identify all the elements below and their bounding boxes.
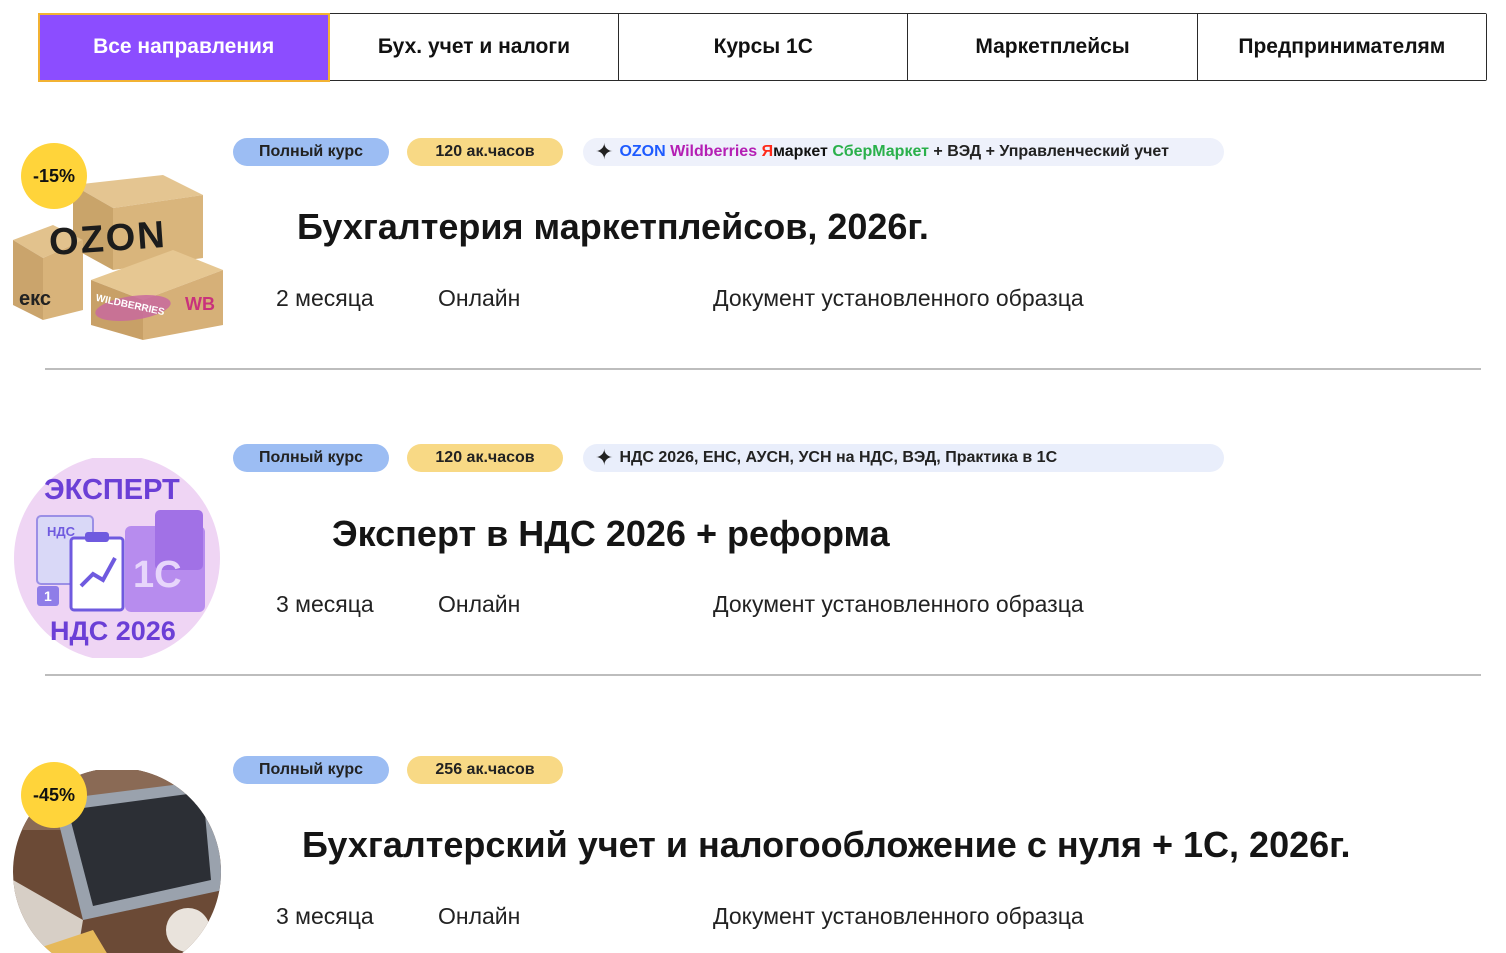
course-type-badge: Полный курс xyxy=(233,756,389,784)
tag-yamarket-letter: Я xyxy=(761,143,774,160)
sparkle-icon: ✦ xyxy=(595,445,614,470)
yandex-box-label: екс xyxy=(19,288,51,310)
course-hours-badge: 256 ак.часов xyxy=(407,756,563,784)
course-hours-badge: 120 ак.часов xyxy=(407,138,563,166)
tag-yamarket: маркет xyxy=(773,143,828,160)
tag-rest: + ВЭД + Управленческий учет xyxy=(933,143,1169,160)
course-duration: 2 месяца xyxy=(276,285,374,311)
discount-badge: -45% xyxy=(19,760,89,830)
course-tags-badge: ✦ OZON Wildberries Ямаркет СберМаркет + … xyxy=(583,138,1224,166)
tab-1c-courses[interactable]: Курсы 1С xyxy=(619,14,909,80)
wb-short-label: WB xyxy=(185,294,215,314)
course-format: Онлайн xyxy=(438,285,521,311)
course-title[interactable]: Бухгалтерский учет и налогообложение с н… xyxy=(302,824,1351,866)
course-title[interactable]: Эксперт в НДС 2026 + реформа xyxy=(332,513,890,555)
doc-number-label: 1 xyxy=(44,588,52,604)
divider xyxy=(45,368,1481,370)
course-title[interactable]: Бухгалтерия маркетплейсов, 2026г. xyxy=(297,206,929,248)
tag-ozon: OZON xyxy=(619,143,666,160)
course-certificate: Документ установленного образца xyxy=(713,285,1084,311)
discount-value: -45% xyxy=(32,784,76,805)
divider xyxy=(45,674,1481,676)
course-duration: 3 месяца xyxy=(276,903,374,929)
course-thumbnail: ЭКСПЕРТ НДС 1 1C НДС 2026 xyxy=(13,455,223,661)
discount-value: -15% xyxy=(32,165,76,186)
course-format: Онлайн xyxy=(438,903,521,929)
course-type-badge: Полный курс xyxy=(233,444,389,472)
tab-all-directions[interactable]: Все направления xyxy=(37,12,330,82)
tab-marketplaces[interactable]: Маркетплейсы xyxy=(908,14,1198,80)
expert-label: ЭКСПЕРТ xyxy=(44,474,180,506)
tab-accounting-taxes[interactable]: Бух. учет и налоги xyxy=(329,14,620,80)
course-certificate: Документ установленного образца xyxy=(713,903,1084,929)
tag-wildberries: Wildberries xyxy=(670,143,758,160)
course-duration: 3 месяца xyxy=(276,591,374,617)
tab-entrepreneurs[interactable]: Предпринимателям xyxy=(1197,14,1486,80)
course-format: Онлайн xyxy=(438,591,521,617)
tag-sbermarket: СберМаркет xyxy=(832,143,929,160)
course-hours-badge: 120 ак.часов xyxy=(407,444,563,472)
onec-logo-label: 1C xyxy=(133,554,182,596)
vat-2026-label: НДС 2026 xyxy=(50,616,176,646)
course-tags-badge: ✦ НДС 2026, ЕНС, АУСН, УСН на НДС, ВЭД, … xyxy=(583,444,1224,472)
sparkle-icon: ✦ xyxy=(595,139,614,164)
discount-badge: -15% xyxy=(19,141,89,211)
ozon-box-label: OZON xyxy=(47,213,169,265)
course-certificate: Документ установленного образца xyxy=(713,591,1084,617)
vat-doc-label: НДС xyxy=(47,524,76,539)
category-tabs: Все направления Бух. учет и налоги Курсы… xyxy=(37,12,1487,82)
course-type-badge: Полный курс xyxy=(233,138,389,166)
tags-text: НДС 2026, ЕНС, АУСН, УСН на НДС, ВЭД, Пр… xyxy=(619,449,1058,466)
